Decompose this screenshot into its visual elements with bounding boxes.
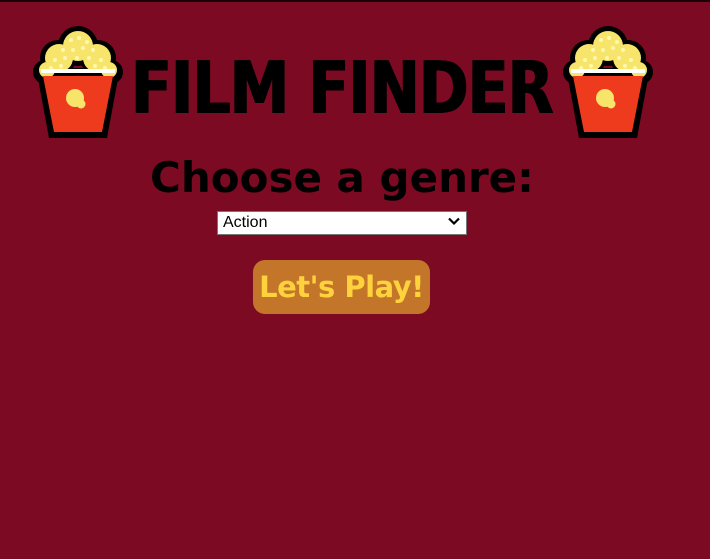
site-header: FILM FINDER [0, 26, 710, 146]
genre-select-value: Action [223, 214, 268, 231]
chevron-down-icon [447, 214, 466, 233]
genre-select[interactable]: Action [217, 211, 467, 235]
lets-play-button[interactable]: Let's Play! [253, 260, 430, 314]
popcorn-icon [563, 26, 653, 140]
top-border [0, 0, 710, 2]
genre-label: Choose a genre: [150, 153, 534, 202]
popcorn-icon [33, 26, 123, 140]
page-title: FILM FINDER [131, 46, 554, 130]
